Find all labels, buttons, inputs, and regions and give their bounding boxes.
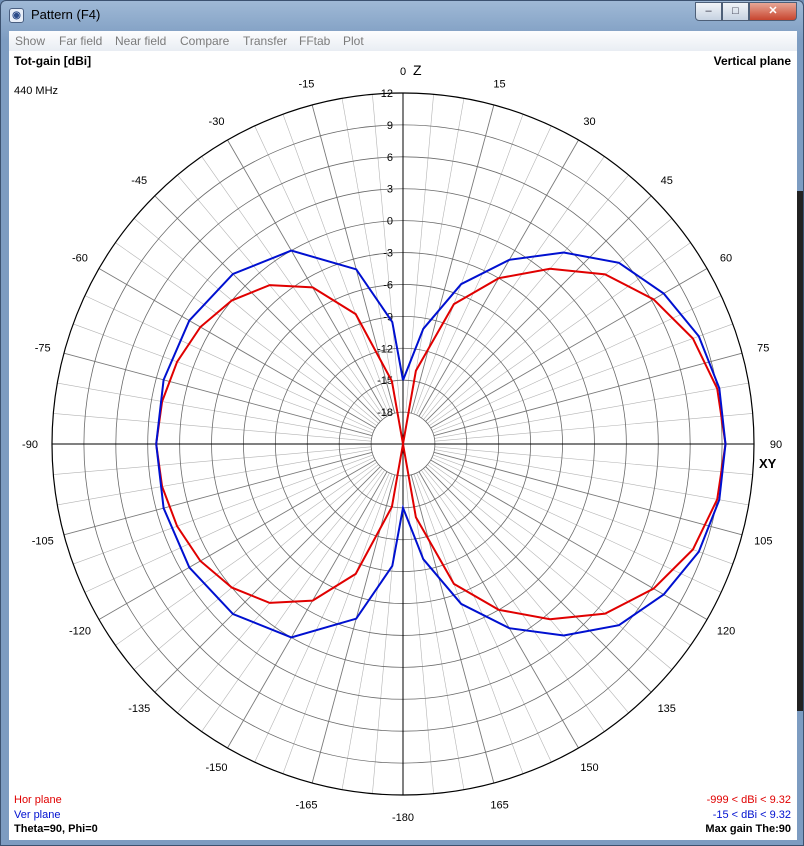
legend-ver-plane: Ver plane: [14, 809, 61, 821]
close-button[interactable]: ✕: [749, 2, 797, 21]
menu-plot[interactable]: Plot: [343, 34, 364, 48]
title-bar[interactable]: ◉ Pattern (F4) – □ ✕: [1, 1, 803, 31]
angle-tick-label: 90: [770, 439, 782, 451]
angle-tick-label: 165: [490, 799, 508, 811]
radial-tick-label: -12: [377, 343, 393, 355]
frequency-label: 440 MHz: [14, 85, 59, 97]
radial-tick-label: 9: [387, 120, 393, 132]
radial-tick-label: -6: [383, 279, 393, 291]
angle-tick-label: -135: [128, 703, 150, 715]
menu-compare[interactable]: Compare: [180, 34, 229, 48]
angle-tick-label: 0: [400, 66, 406, 78]
axis-label-z: Z: [413, 62, 422, 78]
plot-area: -18 -15 -12 -9 -6 -3 0 3 6 9 12 0 15 30 45 60 75 90 105 120…: [9, 51, 797, 840]
radial-tick-label: 12: [381, 88, 393, 100]
angle-tick-label: 45: [661, 175, 673, 187]
radial-tick-label: -3: [383, 248, 393, 260]
menu-show[interactable]: Show: [15, 34, 45, 48]
angle-tick-label: 135: [658, 703, 676, 715]
legend-hor-plane: Hor plane: [14, 794, 62, 806]
angle-tick-label: 75: [757, 342, 769, 354]
max-gain: Max gain The:90: [705, 823, 791, 835]
menu-bar: Show Far field Near field Compare Transf…: [9, 31, 797, 51]
menu-transfer[interactable]: Transfer: [243, 34, 287, 48]
app-icon: ◉: [9, 8, 24, 23]
angle-tick-label: -15: [299, 79, 315, 91]
hor-range: -999 < dBi < 9.32: [706, 794, 791, 806]
angle-tick-label: -60: [72, 253, 88, 265]
angle-tick-label: 30: [583, 116, 595, 128]
maximize-button[interactable]: □: [722, 2, 749, 21]
angle-tick-label: -75: [35, 342, 51, 354]
axis-label-xy: XY: [759, 456, 777, 471]
window-edge: [797, 191, 803, 711]
plane-label: Vertical plane: [713, 54, 791, 68]
radial-tick-label: 6: [387, 152, 393, 164]
angle-tick-label: -165: [295, 799, 317, 811]
radial-tick-label: -18: [377, 407, 393, 419]
angle-tick-label: -90: [22, 439, 38, 451]
pattern-window: ◉ Pattern (F4) – □ ✕ Show Far field Near…: [0, 0, 804, 846]
angle-tick-label: -30: [209, 116, 225, 128]
angle-tick-label: -180: [392, 812, 414, 824]
radial-tick-label: 0: [387, 216, 393, 228]
polar-chart: -18-15-12-9-6-30369120153045607590105120…: [22, 66, 782, 824]
angle-tick-label: 120: [717, 626, 735, 638]
radial-tick-label: 3: [387, 184, 393, 196]
angle-info: Theta=90, Phi=0: [14, 823, 98, 835]
angle-tick-label: -45: [131, 175, 147, 187]
menu-fftab[interactable]: FFtab: [299, 34, 330, 48]
angle-tick-label: 105: [754, 536, 772, 548]
angle-tick-label: 60: [720, 253, 732, 265]
menu-near-field[interactable]: Near field: [115, 34, 166, 48]
menu-far-field[interactable]: Far field: [59, 34, 102, 48]
plot-title: Tot-gain [dBi]: [14, 54, 92, 68]
angle-tick-label: -105: [32, 536, 54, 548]
ver-range: -15 < dBi < 9.32: [712, 809, 791, 821]
minimize-button[interactable]: –: [695, 2, 722, 21]
angle-tick-label: 15: [493, 79, 505, 91]
window-title: Pattern (F4): [31, 7, 101, 22]
angle-tick-label: -150: [205, 762, 227, 774]
angle-tick-label: -120: [69, 626, 91, 638]
angle-tick-label: 150: [580, 762, 598, 774]
